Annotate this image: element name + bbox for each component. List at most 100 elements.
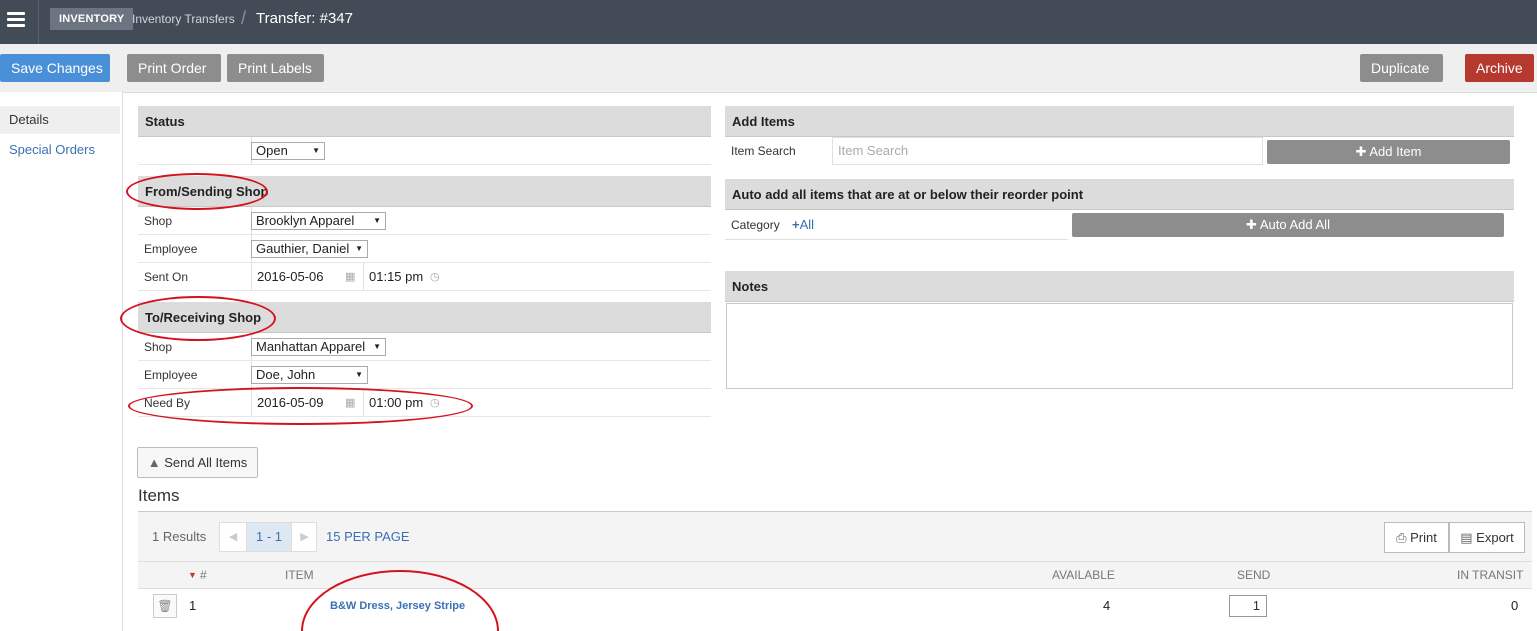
column-header-item[interactable]: ITEM — [285, 562, 314, 589]
export-file-icon: ▤ — [1460, 530, 1473, 545]
select-caret-icon: ▼ — [355, 244, 363, 253]
sent-on-date-input[interactable]: 2016-05-06 — [257, 263, 324, 291]
send-all-items-button[interactable]: ▲ Send All Items — [137, 447, 258, 478]
hamburger-menu-icon[interactable] — [0, 0, 39, 44]
print-order-button[interactable]: Print Order — [127, 54, 221, 82]
add-item-label: Add Item — [1369, 144, 1422, 159]
archive-button[interactable]: Archive — [1465, 54, 1534, 82]
warning-icon: ▲ — [147, 455, 161, 470]
from-shop-heading: From/Sending Shop — [138, 176, 711, 207]
clock-icon[interactable]: ◷ — [430, 389, 440, 417]
row-send-input[interactable]: 1 — [1229, 595, 1267, 617]
need-by-label: Need By — [144, 396, 191, 410]
item-search-label: Item Search — [731, 144, 796, 158]
plus-icon: ✚ — [1355, 144, 1367, 159]
to-shop-label: Shop — [144, 340, 173, 354]
from-shop-select[interactable]: Brooklyn Apparel ▼ — [251, 212, 386, 230]
sidebar-item-details[interactable]: Details — [0, 106, 120, 134]
items-heading: Items — [138, 486, 180, 505]
to-employee-value: Doe, John — [256, 367, 316, 382]
pagination: ◀ 1 - 1 ▶ — [219, 522, 317, 552]
auto-add-all-button[interactable]: ✚ Auto Add All — [1072, 213, 1504, 237]
status-row: Open ▼ — [138, 137, 711, 165]
items-table: 1 Results ◀ 1 - 1 ▶ 15 PER PAGE ⎙ Print … — [138, 511, 1532, 623]
status-panel: Status Open ▼ — [138, 106, 711, 165]
row-num: 1 — [189, 598, 197, 613]
auto-add-all-label: Auto Add All — [1259, 217, 1330, 232]
trash-icon[interactable]: 🗑 — [153, 594, 177, 618]
page-title: Transfer: #347 — [256, 10, 353, 27]
to-shop-panel: To/Receiving Shop Shop Manhattan Apparel… — [138, 302, 711, 417]
select-caret-icon: ▼ — [355, 370, 363, 379]
page-range: 1 - 1 — [247, 523, 291, 551]
from-shop-row: Shop Brooklyn Apparel ▼ — [138, 207, 711, 235]
printer-icon: ⎙ — [1396, 530, 1407, 545]
need-by-date-input[interactable]: 2016-05-09 — [257, 389, 324, 417]
export-button[interactable]: ▤ Export — [1449, 522, 1525, 553]
row-available: 4 — [1103, 598, 1111, 613]
category-value: All — [799, 217, 815, 232]
notes-panel: Notes — [725, 271, 1514, 302]
plus-icon: + — [792, 217, 800, 232]
category-all-link[interactable]: +All — [792, 210, 814, 240]
save-changes-button[interactable]: Save Changes — [0, 54, 110, 82]
select-caret-icon: ▼ — [312, 146, 320, 155]
auto-add-heading: Auto add all items that are at or below … — [725, 179, 1514, 210]
column-header-in-transit[interactable]: IN TRANSIT — [1457, 562, 1523, 589]
to-shop-row: Shop Manhattan Apparel ▼ — [138, 333, 711, 361]
print-label: Print — [1410, 530, 1437, 545]
to-employee-label: Employee — [144, 368, 198, 382]
from-shop-label: Shop — [144, 214, 173, 228]
clock-icon[interactable]: ◷ — [430, 263, 440, 291]
add-item-button[interactable]: ✚ Add Item — [1267, 140, 1510, 164]
duplicate-button[interactable]: Duplicate — [1360, 54, 1443, 82]
breadcrumb-inventory[interactable]: INVENTORY — [50, 8, 134, 30]
from-employee-select[interactable]: Gauthier, Daniel ▼ — [251, 240, 368, 258]
table-header: ▼ # ITEM AVAILABLE SEND IN TRANSIT — [138, 561, 1532, 589]
item-search-input[interactable]: Item Search — [832, 137, 1263, 165]
add-items-heading: Add Items — [725, 106, 1514, 137]
sidebar: Details Special Orders — [0, 92, 123, 631]
print-labels-button[interactable]: Print Labels — [227, 54, 324, 82]
column-header-available[interactable]: AVAILABLE — [1052, 562, 1115, 589]
status-select[interactable]: Open ▼ — [251, 142, 325, 160]
select-caret-icon: ▼ — [373, 216, 381, 225]
row-item-link[interactable]: B&W Dress, Jersey Stripe — [330, 589, 465, 623]
from-employee-label: Employee — [144, 242, 198, 256]
print-button[interactable]: ⎙ Print — [1384, 522, 1449, 553]
from-shop-value: Brooklyn Apparel — [256, 213, 355, 228]
breadcrumb-inventory-transfers[interactable]: Inventory Transfers — [132, 12, 235, 26]
breadcrumb-separator: / — [241, 8, 247, 28]
need-by-time-input[interactable]: 01:00 pm — [369, 389, 423, 417]
table-row: 🗑 1 B&W Dress, Jersey Stripe 4 1 0 — [138, 588, 1532, 623]
to-shop-value: Manhattan Apparel — [256, 339, 366, 354]
export-label: Export — [1476, 530, 1514, 545]
notes-heading: Notes — [725, 271, 1514, 302]
select-caret-icon: ▼ — [373, 342, 381, 351]
top-bar: INVENTORY Inventory Transfers / Transfer… — [0, 0, 1537, 44]
to-shop-heading: To/Receiving Shop — [138, 302, 711, 333]
per-page-selector[interactable]: 15 PER PAGE — [326, 522, 410, 552]
results-count: 1 Results — [152, 529, 207, 544]
column-header-num[interactable]: # — [200, 562, 207, 589]
to-employee-select[interactable]: Doe, John ▼ — [251, 366, 368, 384]
sort-down-icon[interactable]: ▼ — [188, 562, 197, 589]
action-toolbar: Save Changes Print Order Print Labels Du… — [0, 44, 1537, 93]
plus-icon: ✚ — [1246, 217, 1257, 232]
from-employee-value: Gauthier, Daniel — [256, 241, 350, 256]
sent-on-time-input[interactable]: 01:15 pm — [369, 263, 423, 291]
to-shop-select[interactable]: Manhattan Apparel ▼ — [251, 338, 386, 356]
to-employee-row: Employee Doe, John ▼ — [138, 361, 711, 389]
notes-textarea[interactable] — [726, 303, 1513, 389]
calendar-icon[interactable]: ▦ — [345, 389, 355, 417]
calendar-icon[interactable]: ▦ — [345, 263, 355, 291]
category-row: Category +All — [725, 210, 1068, 240]
chevron-right-icon[interactable]: ▶ — [291, 523, 317, 551]
send-all-items-label: Send All Items — [164, 455, 248, 470]
category-label: Category — [731, 218, 780, 232]
sidebar-item-special-orders[interactable]: Special Orders — [0, 136, 120, 164]
sent-on-row: Sent On 2016-05-06 ▦ 01:15 pm ◷ — [138, 263, 711, 291]
column-header-send[interactable]: SEND — [1237, 562, 1270, 589]
chevron-left-icon[interactable]: ◀ — [220, 523, 247, 551]
sent-on-label: Sent On — [144, 270, 189, 284]
